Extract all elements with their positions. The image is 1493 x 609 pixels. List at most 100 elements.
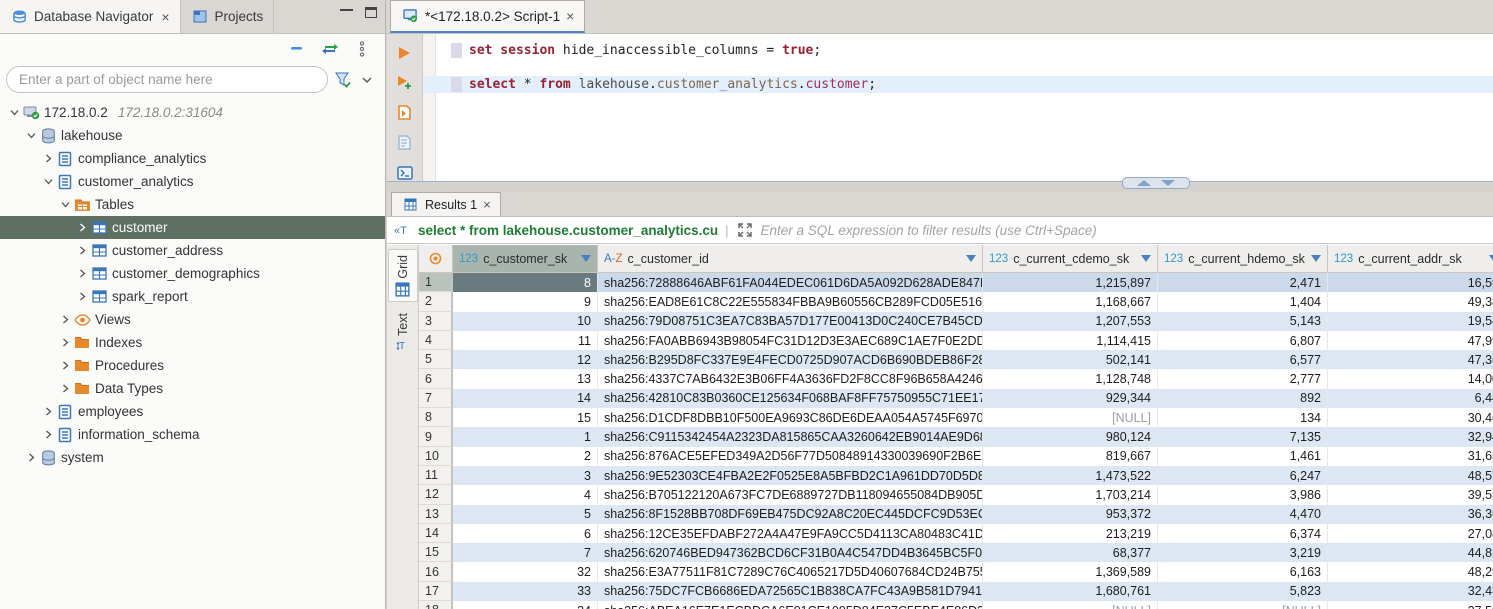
results-view-tab-text[interactable]: TextT (388, 308, 418, 357)
cell-c_current_cdemo_sk[interactable]: 1,680,761 (983, 582, 1158, 601)
column-dropdown-icon[interactable] (966, 255, 976, 262)
cell-c_customer_sk[interactable]: 34 (453, 601, 598, 609)
chevron-right-icon[interactable] (57, 335, 73, 351)
cell-c_current_addr_sk[interactable]: 47,99 (1328, 331, 1493, 350)
tree-item-spark-report[interactable]: spark_report (0, 285, 385, 308)
tree-item-employees[interactable]: employees (0, 400, 385, 423)
row-number[interactable]: 16 (419, 562, 453, 581)
cell-c_current_hdemo_sk[interactable]: [NULL] (1158, 601, 1328, 609)
cell-c_customer_id[interactable]: sha256:4337C7AB6432E3B06FF4A3636FD2F8CC8… (598, 369, 983, 388)
cell-c_customer_sk[interactable]: 10 (453, 312, 598, 331)
execute-new-tab-icon[interactable] (394, 74, 416, 91)
cell-c_current_cdemo_sk[interactable]: 1,215,897 (983, 273, 1158, 292)
code-line-3[interactable]: select * from lakehouse.customer_analyti… (423, 76, 1493, 93)
filter-type-icon[interactable]: «T (393, 222, 411, 238)
cell-c_current_hdemo_sk[interactable]: 6,374 (1158, 524, 1328, 543)
tree-item-tables[interactable]: Tables (0, 193, 385, 216)
tree-item-customer[interactable]: customer (0, 216, 385, 239)
cell-c_current_addr_sk[interactable]: 30,46 (1328, 408, 1493, 427)
row-number[interactable]: 2 (419, 292, 453, 311)
chevron-right-icon[interactable] (74, 289, 90, 305)
cell-c_customer_sk[interactable]: 2 (453, 447, 598, 466)
cell-c_customer_id[interactable]: sha256:B705122120A673FC7DE6889727DB11809… (598, 485, 983, 504)
row-number[interactable]: 15 (419, 543, 453, 562)
cell-c_current_hdemo_sk[interactable]: 6,163 (1158, 562, 1328, 581)
tab-projects[interactable]: Projects (181, 0, 275, 33)
chevron-right-icon[interactable] (57, 358, 73, 374)
cell-c_current_cdemo_sk[interactable]: 1,168,667 (983, 292, 1158, 311)
cell-c_customer_id[interactable]: sha256:FA0ABB6943B98054FC31D12D3E3AEC689… (598, 331, 983, 350)
cell-c_customer_id[interactable]: sha256:42810C83B0360CE125634F068BAF8FF75… (598, 389, 983, 408)
cell-c_current_cdemo_sk[interactable]: 213,219 (983, 524, 1158, 543)
cell-c_customer_sk[interactable]: 6 (453, 524, 598, 543)
cell-c_customer_id[interactable]: sha256:75DC7FCB6686EDA72565C1B838CA7FC43… (598, 582, 983, 601)
cell-c_current_hdemo_sk[interactable]: 5,143 (1158, 312, 1328, 331)
chevron-down-icon[interactable] (23, 128, 39, 144)
column-dropdown-icon[interactable] (1311, 255, 1321, 262)
cell-c_current_addr_sk[interactable]: 16,59 (1328, 273, 1493, 292)
cell-c_current_cdemo_sk[interactable]: [NULL] (983, 601, 1158, 609)
cell-c_customer_sk[interactable]: 15 (453, 408, 598, 427)
chevron-right-icon[interactable] (23, 450, 39, 466)
cell-c_current_addr_sk[interactable]: 6,44 (1328, 389, 1493, 408)
cell-c_current_cdemo_sk[interactable]: 929,344 (983, 389, 1158, 408)
cell-c_customer_id[interactable]: sha256:9E52303CE4FBA2E2F0525E8A5BFBD2C1A… (598, 466, 983, 485)
column-dropdown-icon[interactable] (581, 255, 591, 262)
cell-c_current_cdemo_sk[interactable]: 502,141 (983, 350, 1158, 369)
column-dropdown-icon[interactable] (1141, 255, 1151, 262)
editor-results-splitter[interactable] (387, 181, 1493, 192)
cell-c_current_cdemo_sk[interactable]: 1,207,553 (983, 312, 1158, 331)
row-number[interactable]: 6 (419, 369, 453, 388)
row-number[interactable]: 3 (419, 312, 453, 331)
cell-c_current_cdemo_sk[interactable]: 1,473,522 (983, 466, 1158, 485)
row-number[interactable]: 5 (419, 350, 453, 369)
results-grid[interactable]: 123c_customer_skA-Zc_customer_id123c_cur… (419, 245, 1493, 609)
cell-c_customer_sk[interactable]: 9 (453, 292, 598, 311)
column-header-c_current_cdemo_sk[interactable]: 123c_current_cdemo_sk (983, 245, 1158, 272)
tab-results-1[interactable]: Results 1 × (391, 192, 501, 216)
filter-placeholder[interactable]: Enter a SQL expression to filter results… (761, 223, 1487, 238)
cell-c_current_addr_sk[interactable]: 32,43 (1328, 582, 1493, 601)
cell-c_current_cdemo_sk[interactable]: 1,114,415 (983, 331, 1158, 350)
cell-c_customer_sk[interactable]: 8 (453, 273, 598, 292)
results-view-tab-grid[interactable]: Grid (388, 249, 418, 302)
cell-c_current_addr_sk[interactable]: 48,57 (1328, 466, 1493, 485)
cell-c_current_hdemo_sk[interactable]: 1,461 (1158, 447, 1328, 466)
cell-c_customer_id[interactable]: sha256:B295D8FC337E9E4FECD0725D907ACD6B6… (598, 350, 983, 369)
column-header-c_current_addr_sk[interactable]: 123c_current_addr_sk (1328, 245, 1493, 272)
cell-c_current_hdemo_sk[interactable]: 2,777 (1158, 369, 1328, 388)
collapse-up-icon[interactable] (1137, 180, 1151, 186)
cell-c_current_addr_sk[interactable]: 44,81 (1328, 543, 1493, 562)
cell-c_customer_id[interactable]: sha256:ABEA16E7E1ECBDCA6E01CE1095D84E37C… (598, 601, 983, 609)
tree-item-customer-analytics[interactable]: customer_analytics (0, 170, 385, 193)
object-search-input[interactable] (6, 66, 328, 93)
cell-c_customer_sk[interactable]: 7 (453, 543, 598, 562)
cell-c_current_addr_sk[interactable]: 19,58 (1328, 312, 1493, 331)
view-menu-icon[interactable] (353, 41, 371, 57)
tab-sql-script[interactable]: *<172.18.0.2> Script-1 × (390, 0, 585, 33)
row-number[interactable]: 4 (419, 331, 453, 350)
cell-c_customer_id[interactable]: sha256:79D08751C3EA7C83BA57D177E00413D0C… (598, 312, 983, 331)
collapse-down-icon[interactable] (1161, 180, 1175, 186)
chevron-down-icon[interactable] (40, 174, 56, 190)
cell-c_customer_id[interactable]: sha256:8F1528BB708DF69EB475DC92A8C20EC44… (598, 505, 983, 524)
cell-c_current_addr_sk[interactable]: 27,08 (1328, 524, 1493, 543)
close-icon[interactable]: × (483, 197, 491, 212)
row-number[interactable]: 18 (419, 601, 453, 609)
splitter-collapse-control[interactable] (1122, 177, 1190, 189)
cell-c_current_addr_sk[interactable]: 47,36 (1328, 350, 1493, 369)
minimize-icon[interactable] (340, 9, 353, 20)
chevron-down-icon[interactable] (6, 105, 22, 121)
cell-c_customer_id[interactable]: sha256:D1CDF8DBB10F500EA9693C86DE6DEAA05… (598, 408, 983, 427)
tree-item-172-18-0-2[interactable]: 172.18.0.2172.18.0.2:31604 (0, 101, 385, 124)
cell-c_current_cdemo_sk[interactable]: 1,369,589 (983, 562, 1158, 581)
cell-c_current_cdemo_sk[interactable]: [NULL] (983, 408, 1158, 427)
cell-c_current_hdemo_sk[interactable]: 4,470 (1158, 505, 1328, 524)
cell-c_customer_sk[interactable]: 1 (453, 427, 598, 446)
tree-item-compliance-analytics[interactable]: compliance_analytics (0, 147, 385, 170)
cell-c_current_hdemo_sk[interactable]: 3,986 (1158, 485, 1328, 504)
cell-c_customer_sk[interactable]: 33 (453, 582, 598, 601)
tree-item-lakehouse[interactable]: lakehouse (0, 124, 385, 147)
cell-c_customer_id[interactable]: sha256:E3A77511F81C7289C76C4065217D5D406… (598, 562, 983, 581)
column-header-c_customer_id[interactable]: A-Zc_customer_id (598, 245, 983, 272)
